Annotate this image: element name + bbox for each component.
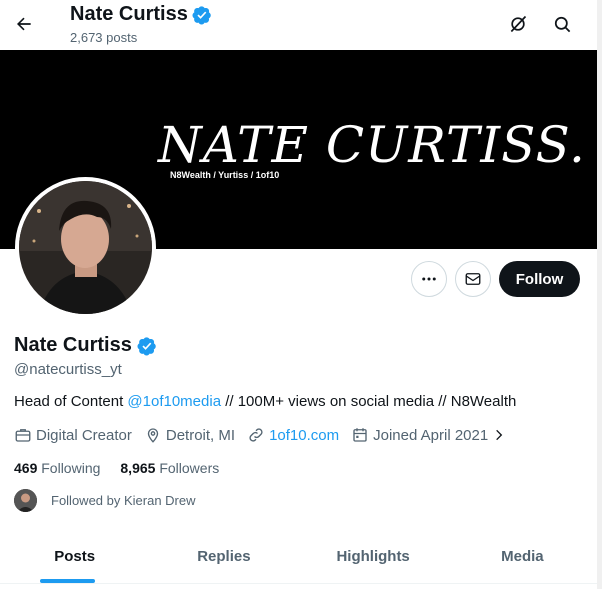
tab-highlights[interactable]: Highlights	[299, 530, 448, 583]
header-title: Nate Curtiss	[70, 3, 212, 26]
chevron-right-icon	[496, 429, 503, 441]
website-item[interactable]: 1of10.com	[247, 426, 339, 444]
arrow-left-icon	[17, 17, 31, 31]
profile-name: Nate Curtiss	[14, 334, 157, 357]
header-name: Nate Curtiss	[70, 3, 188, 25]
grok-icon	[510, 15, 527, 33]
followers-link[interactable]: 8,965 Followers	[120, 460, 219, 476]
website-link[interactable]: 1of10.com	[269, 427, 339, 444]
following-count: 469	[14, 460, 38, 476]
followed-by[interactable]: Followed by Kieran Drew	[14, 489, 196, 512]
following-link[interactable]: 469 Following	[14, 460, 100, 476]
profile-header: Nate Curtiss 2,673 posts	[0, 0, 597, 50]
message-button[interactable]	[455, 261, 491, 297]
follower-avatar[interactable]	[14, 489, 37, 512]
briefcase-icon	[15, 429, 31, 442]
search-button[interactable]	[547, 9, 577, 39]
tab-replies[interactable]: Replies	[149, 530, 298, 583]
tab-highlights-label: Highlights	[336, 548, 410, 565]
profile-name-text: Nate Curtiss	[14, 334, 132, 356]
category-item: Digital Creator	[14, 426, 132, 444]
scrollbar-track[interactable]	[597, 0, 602, 589]
follower-avatar-photo	[14, 489, 37, 512]
profile-handle: @natecurtiss_yt	[14, 361, 122, 378]
more-button[interactable]	[411, 261, 447, 297]
joined-label: Joined April 2021	[373, 426, 489, 444]
banner-title: NATE CURTISS.	[158, 116, 586, 174]
tab-posts-label: Posts	[54, 548, 96, 565]
location-pin-icon	[147, 428, 159, 443]
profile-tabs: Posts Replies Highlights Media	[0, 530, 597, 584]
bio-mention-link[interactable]: @1of10media	[127, 393, 221, 410]
envelope-icon	[465, 273, 481, 285]
followers-label: Followers	[159, 460, 220, 476]
banner-subtitle: N8Wealth / Yurtiss / 1of10	[170, 170, 280, 180]
grok-button[interactable]	[503, 9, 533, 39]
tab-media[interactable]: Media	[448, 530, 597, 583]
tab-replies-label: Replies	[197, 548, 251, 565]
follow-counts: 469 Following 8,965 Followers	[14, 460, 219, 476]
more-dots-icon	[422, 277, 436, 281]
category-label: Digital Creator	[36, 426, 132, 444]
follow-button[interactable]: Follow	[499, 261, 580, 297]
location-label: Detroit, MI	[165, 426, 236, 444]
back-button[interactable]	[8, 8, 40, 40]
tab-posts[interactable]: Posts	[0, 530, 149, 583]
post-count: 2,673 posts	[70, 30, 138, 45]
location-item: Detroit, MI	[144, 426, 235, 444]
joined-item[interactable]: Joined April 2021	[351, 426, 506, 444]
followed-by-text: Followed by Kieran Drew	[51, 493, 196, 508]
profile-bio: Head of Content @1of10media // 100M+ vie…	[14, 393, 516, 410]
search-icon	[554, 16, 570, 32]
verified-badge-icon[interactable]	[137, 336, 157, 356]
following-label: Following	[41, 460, 101, 476]
profile-meta: Digital Creator Detroit, MI 1of10.com Jo…	[14, 426, 518, 444]
bio-text: Head of Content	[14, 393, 128, 410]
tab-media-label: Media	[501, 548, 544, 565]
avatar-photo	[19, 181, 152, 314]
bio-text-suffix: // 100M+ views on social media // N8Weal…	[221, 393, 517, 410]
followers-count: 8,965	[120, 460, 156, 476]
active-tab-indicator	[40, 579, 95, 583]
link-icon	[249, 428, 263, 442]
calendar-icon	[353, 428, 367, 442]
verified-badge-icon	[192, 5, 211, 24]
profile-avatar[interactable]	[15, 177, 156, 318]
